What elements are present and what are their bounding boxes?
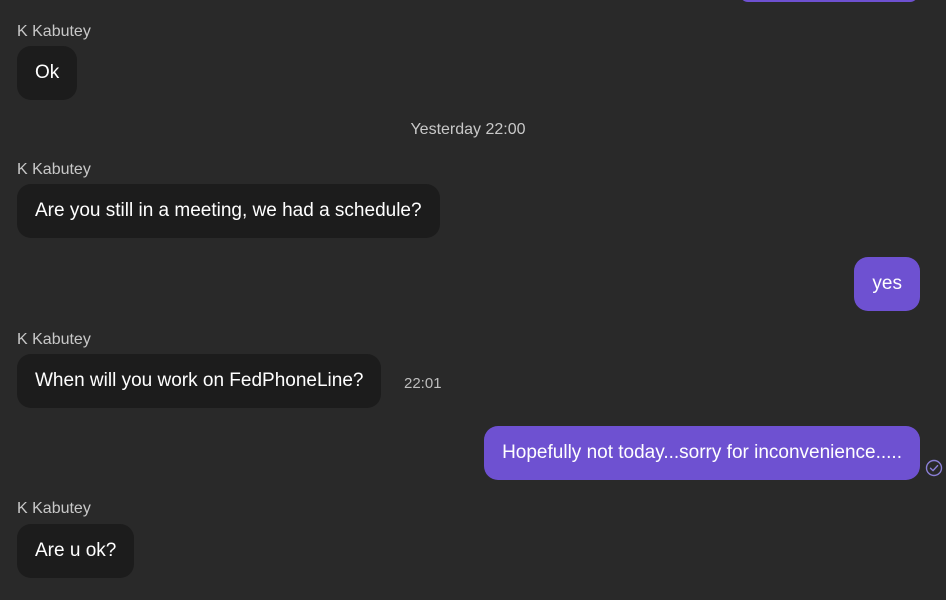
outgoing-message-bubble[interactable]: yes xyxy=(854,257,920,311)
chat-thread: K Kabutey Ok Yesterday 22:00 K Kabutey A… xyxy=(0,0,946,600)
incoming-message-bubble[interactable]: Ok xyxy=(17,46,78,100)
outgoing-message-bubble[interactable]: Hopefully not today...sorry for inconven… xyxy=(484,426,920,480)
message-timestamp: 22:01 xyxy=(404,375,442,392)
incoming-message-bubble[interactable]: When will you work on FedPhoneLine? xyxy=(17,354,382,408)
sender-name: K Kabutey xyxy=(17,331,91,348)
check-circle-icon xyxy=(925,459,943,477)
incoming-message-bubble[interactable]: Are u ok? xyxy=(17,524,135,578)
sender-name: K Kabutey xyxy=(17,161,91,178)
outgoing-message-bubble-partial[interactable] xyxy=(740,0,918,2)
incoming-message-bubble[interactable]: Are you still in a meeting, we had a sch… xyxy=(17,184,440,238)
date-separator: Yesterday 22:00 xyxy=(410,121,526,138)
sender-name: K Kabutey xyxy=(17,500,91,517)
sender-name: K Kabutey xyxy=(17,23,91,40)
